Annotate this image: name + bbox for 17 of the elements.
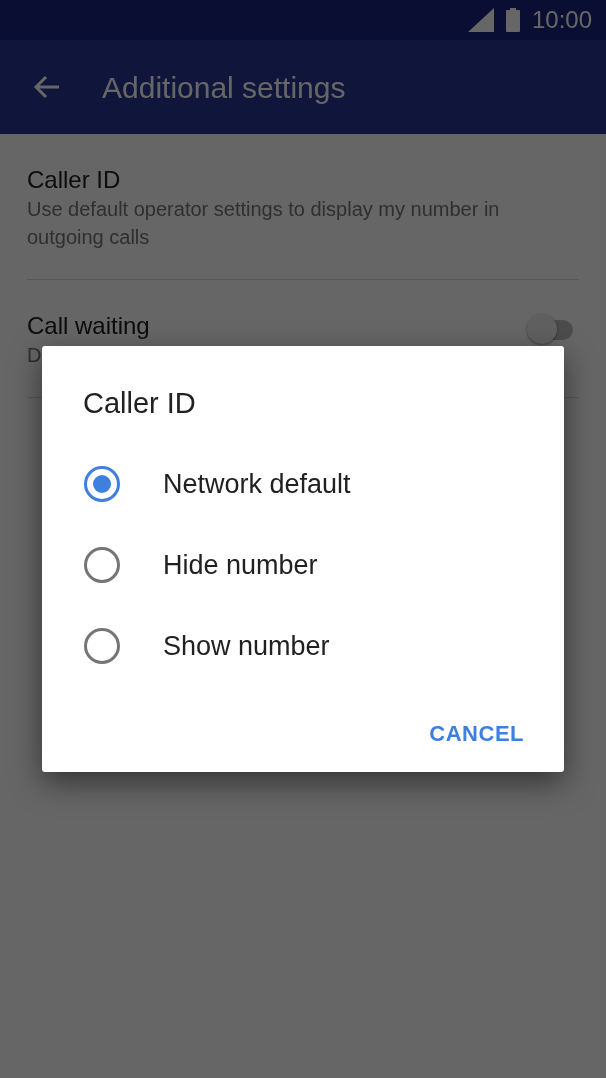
back-arrow-icon	[33, 75, 61, 99]
screen-title: Additional settings	[102, 69, 346, 106]
option-label: Network default	[163, 467, 351, 501]
setting-title: Caller ID	[27, 166, 122, 195]
cancel-button[interactable]: CANCEL	[413, 706, 540, 760]
setting-title: Call waiting	[27, 311, 150, 341]
clock: 10:00	[531, 5, 592, 35]
radio-option[interactable]: Show number	[42, 605, 564, 687]
radio-button[interactable]	[84, 547, 120, 583]
option-label: Show number	[163, 629, 330, 663]
radio-option[interactable]: Hide number	[42, 524, 564, 606]
radio-button[interactable]	[84, 466, 120, 502]
battery-icon	[505, 8, 520, 32]
radio-button[interactable]	[84, 628, 120, 664]
signal-icon	[467, 8, 494, 32]
radio-option[interactable]: Network default	[42, 443, 564, 525]
option-label: Hide number	[163, 548, 318, 582]
